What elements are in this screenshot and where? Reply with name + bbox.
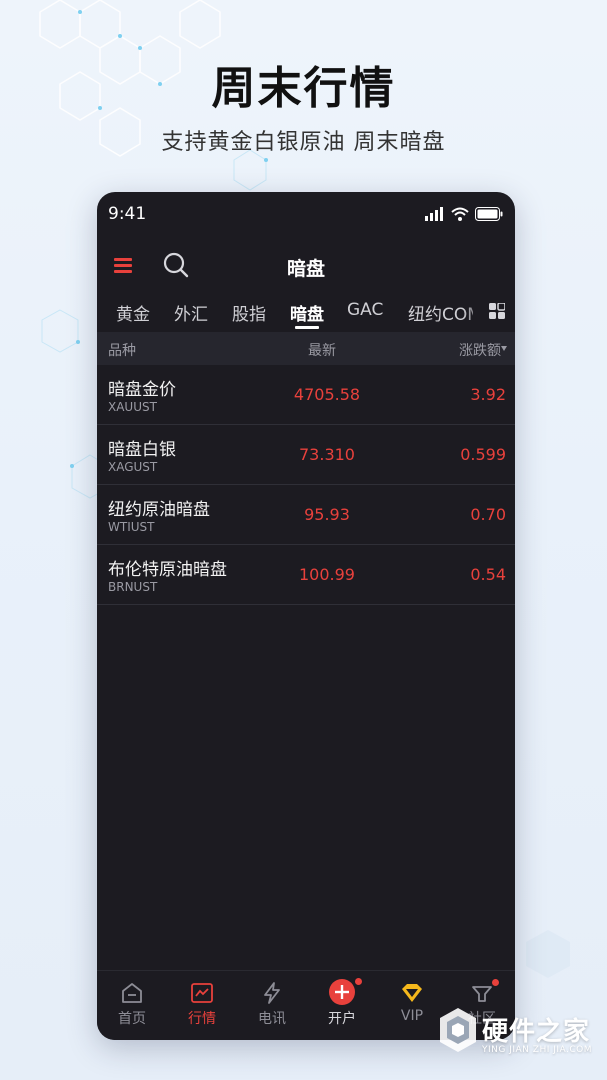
notification-dot	[354, 977, 363, 986]
row-name: 布伦特原油暗盘	[108, 560, 227, 580]
plus-circle-icon	[329, 979, 355, 1005]
table-row[interactable]: 暗盘金价 XAUUST 4705.58 3.92	[97, 365, 515, 425]
tab-index[interactable]: 股指	[232, 300, 266, 325]
notification-dot	[491, 978, 500, 987]
nav-open-account[interactable]: 开户	[307, 971, 377, 1040]
battery-icon	[475, 207, 503, 221]
active-tab-indicator	[295, 326, 319, 329]
row-code: XAUUST	[108, 400, 157, 414]
phone-screen: 9:41 暗盘 黄金 外汇 股指 暗盘 GAC 纽约CO 品种 最新 涨跌额 暗…	[97, 192, 515, 1040]
row-change: 0.70	[470, 505, 506, 524]
chart-icon	[191, 983, 213, 1003]
row-code: XAGUST	[108, 460, 158, 474]
table-header: 品种 最新 涨跌额	[97, 332, 515, 365]
signal-icon	[425, 207, 443, 221]
sort-icon[interactable]	[501, 346, 507, 351]
row-latest: 4705.58	[293, 385, 361, 404]
tab-fade	[463, 292, 487, 330]
page-title: 暗盘	[286, 258, 325, 280]
header-latest[interactable]: 最新	[308, 340, 336, 360]
row-name: 暗盘白银	[108, 440, 176, 460]
watermark: 硬件之家 YING JIAN ZHI JIA.COM	[438, 1005, 598, 1065]
nav-news[interactable]: 电讯	[237, 971, 307, 1040]
status-icons	[425, 206, 503, 222]
table-row[interactable]: 暗盘白银 XAGUST 73.310 0.599	[97, 425, 515, 485]
quote-list: 暗盘金价 XAUUST 4705.58 3.92 暗盘白银 XAGUST 73.…	[97, 365, 515, 605]
nav-news-label: 电讯	[258, 1011, 286, 1027]
tab-gold[interactable]: 黄金	[116, 300, 150, 325]
diamond-icon	[402, 984, 422, 1002]
grid-icon[interactable]	[489, 303, 505, 319]
row-change: 0.54	[470, 565, 506, 584]
row-code: WTIUST	[108, 520, 155, 534]
tab-dark-market[interactable]: 暗盘	[290, 300, 324, 325]
tab-forex[interactable]: 外汇	[174, 300, 208, 325]
row-change: 0.599	[460, 445, 506, 464]
watermark-title: 硬件之家	[482, 1017, 591, 1047]
wifi-icon	[451, 207, 469, 221]
watermark-logo-icon	[440, 1008, 476, 1052]
nav-home[interactable]: 首页	[97, 971, 167, 1040]
tab-gac[interactable]: GAC	[347, 300, 383, 320]
top-nav-bar: 暗盘	[97, 244, 515, 288]
nav-home-label: 首页	[118, 1011, 146, 1027]
table-row[interactable]: 纽约原油暗盘 WTIUST 95.93 0.70	[97, 485, 515, 545]
market-tabs: 黄金 外汇 股指 暗盘 GAC 纽约COMEX	[97, 292, 515, 330]
header-name: 品种	[108, 343, 136, 359]
row-latest: 73.310	[299, 445, 355, 464]
hero-title: 周末行情	[211, 63, 396, 114]
home-icon	[122, 983, 142, 1003]
status-time: 9:41	[108, 204, 147, 224]
hero-subtitle: 支持黄金白银原油 周末暗盘	[161, 130, 446, 155]
watermark-subtitle: YING JIAN ZHI JIA.COM	[482, 1045, 593, 1055]
community-icon	[472, 986, 492, 1002]
nav-market-label: 行情	[188, 1011, 216, 1027]
nav-vip[interactable]: VIP	[377, 971, 447, 1040]
nav-vip-label: VIP	[400, 1008, 424, 1024]
nav-open-account-label: 开户	[328, 1011, 356, 1027]
row-code: BRNUST	[108, 580, 158, 594]
row-name: 暗盘金价	[108, 380, 176, 400]
row-latest: 100.99	[299, 565, 355, 584]
row-name: 纽约原油暗盘	[108, 500, 210, 520]
row-change: 3.92	[470, 385, 506, 404]
lightning-icon	[264, 982, 280, 1004]
nav-market[interactable]: 行情	[167, 971, 237, 1040]
header-change[interactable]: 涨跌额	[459, 340, 501, 360]
row-latest: 95.93	[304, 505, 350, 524]
table-row[interactable]: 布伦特原油暗盘 BRNUST 100.99 0.54	[97, 545, 515, 605]
status-bar: 9:41	[97, 192, 515, 236]
